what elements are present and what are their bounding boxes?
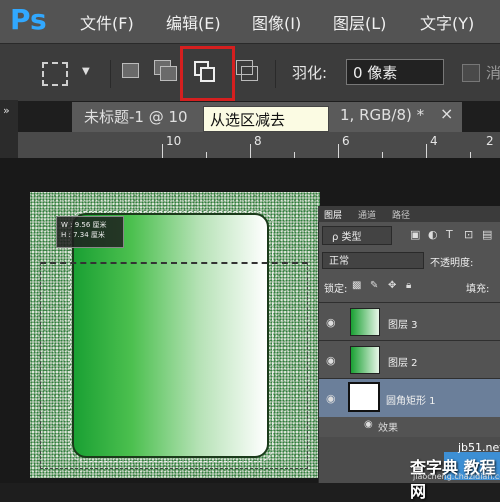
ruler-label: 6 (342, 134, 350, 148)
ruler-label: 2 (486, 134, 494, 148)
collapse-icon[interactable]: » (3, 104, 10, 117)
ruler-tick (426, 144, 427, 158)
selection-marquee (40, 262, 308, 469)
ruler-label: 10 (166, 134, 182, 148)
menu-image[interactable]: 图像(I) (252, 10, 301, 34)
feather-input[interactable]: 0 像素 (346, 59, 444, 85)
document-tab-title: 未标题-1 @ 10 (84, 108, 188, 126)
feather-label: 羽化: (292, 64, 328, 82)
layer-thumbnail (350, 346, 380, 374)
chevron-down-icon[interactable]: ▼ (82, 66, 90, 77)
layer-name: 图层 2 (388, 358, 418, 369)
size-height: H : 7.34 厘米 (61, 231, 105, 239)
lock-label: 锁定: (324, 284, 348, 295)
blend-mode-select[interactable]: 正常 (322, 252, 424, 269)
lock-image-icon[interactable]: ✎ (370, 280, 378, 291)
menu-type[interactable]: 文字(Y) (420, 10, 474, 34)
ruler-tick (250, 144, 251, 158)
adjustment-filter-icon[interactable]: ◐ (428, 228, 438, 241)
ruler-label: 8 (254, 134, 262, 148)
opacity-label: 不透明度: (430, 258, 474, 269)
tab-paths[interactable]: 路径 (392, 208, 410, 221)
layer-thumbnail (348, 382, 380, 412)
watermark-subtext: jiaocheng.chazidian.com (413, 472, 500, 481)
ruler-label: 4 (430, 134, 438, 148)
antialias-checkbox[interactable] (462, 64, 480, 82)
smart-object-filter-icon[interactable]: ▤ (482, 228, 492, 241)
eye-icon[interactable]: ◉ (326, 354, 336, 367)
layer-thumbnail (350, 308, 380, 336)
lock-transparent-icon[interactable]: ▩ (352, 280, 361, 291)
size-readout: W : 9.56 厘米 H : 7.34 厘米 (56, 216, 124, 248)
tab-layers[interactable]: 图层 (324, 208, 342, 221)
lock-all-icon[interactable]: 🔒︎ (406, 280, 411, 291)
add-to-selection-icon[interactable] (154, 60, 178, 82)
antialias-label: 消 (486, 64, 500, 82)
size-width: W : 9.56 厘米 (61, 221, 107, 229)
photoshop-logo: Ps (10, 3, 47, 36)
intersect-selection-icon[interactable] (236, 60, 258, 82)
ruler-tick (338, 144, 339, 158)
eye-icon[interactable]: ◉ (364, 419, 373, 430)
document-tab-mode: 1, RGB/8) * (340, 106, 425, 124)
divider (110, 60, 111, 88)
menu-file[interactable]: 文件(F) (80, 10, 134, 34)
tooltip: 从选区减去 (203, 106, 329, 132)
tab-channels[interactable]: 通道 (358, 208, 376, 221)
layer-name: 圆角矩形 1 (386, 396, 436, 407)
layer-name: 图层 3 (388, 320, 418, 331)
image-filter-icon[interactable]: ▣ (410, 228, 420, 241)
highlight-box (180, 46, 235, 101)
menu-layer[interactable]: 图层(L) (333, 10, 386, 34)
menu-edit[interactable]: 编辑(E) (166, 10, 221, 34)
eye-icon[interactable]: ◉ (326, 316, 336, 329)
fill-label: 填充: (466, 284, 490, 295)
rectangular-marquee-icon[interactable] (42, 62, 68, 86)
filter-label: ρ 类型 (332, 232, 362, 243)
shape-filter-icon[interactable]: ⊡ (464, 228, 473, 241)
type-filter-icon[interactable]: T (446, 228, 453, 241)
eye-icon[interactable]: ◉ (326, 392, 336, 405)
new-selection-icon[interactable] (122, 63, 139, 78)
close-icon[interactable]: × (440, 104, 453, 123)
effects-label: 效果 (378, 423, 398, 434)
divider (275, 60, 276, 88)
watermark-site: jb51.net (458, 441, 500, 454)
lock-position-icon[interactable]: ✥ (388, 280, 396, 291)
ruler-tick (162, 144, 163, 158)
